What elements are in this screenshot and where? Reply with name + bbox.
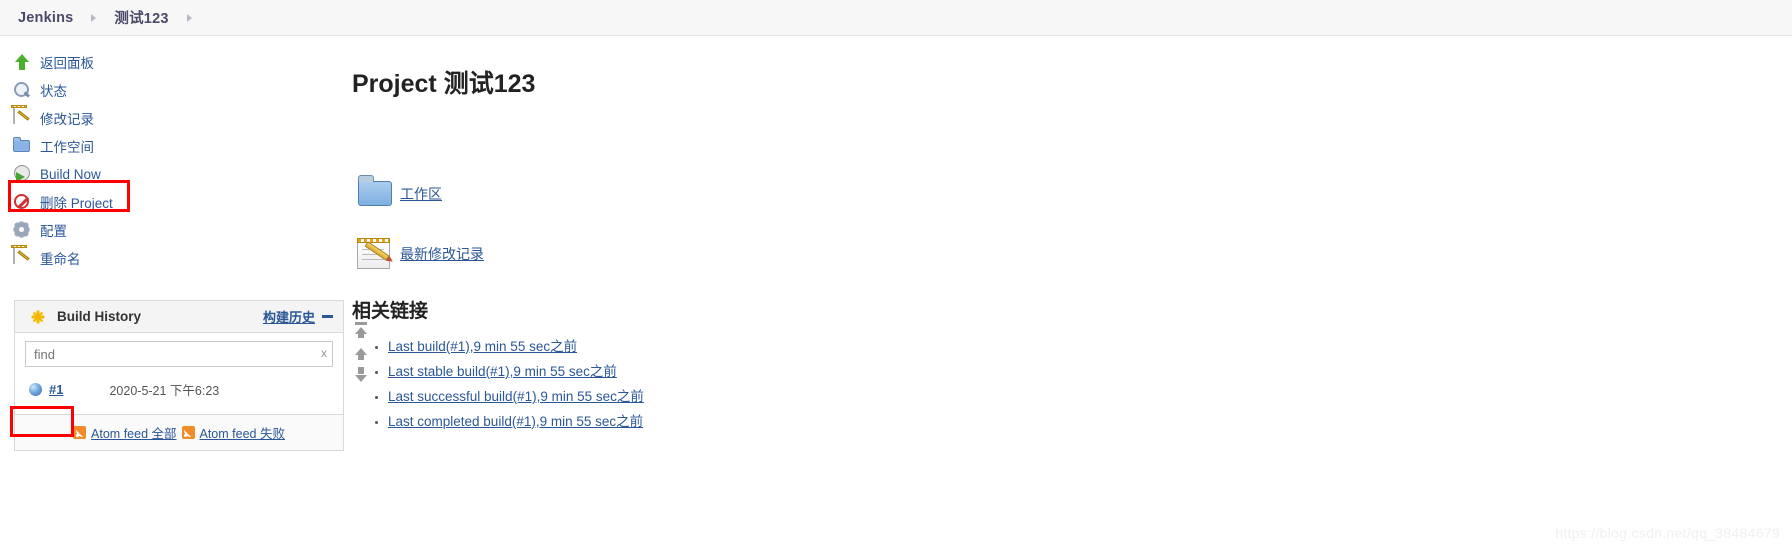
- sidebar-item-label: 工作空间: [40, 140, 94, 155]
- build-status-ball-icon: [29, 383, 42, 396]
- build-history-header-actions: 构建历史: [263, 307, 333, 326]
- rss-icon: [73, 426, 87, 439]
- gear-icon: [12, 220, 32, 240]
- build-history-body: x #1 2020-5-21 下午6:23: [15, 333, 343, 414]
- clock-play-icon: [12, 164, 32, 184]
- sidebar-item-label: 重命名: [40, 252, 81, 267]
- workspace-link[interactable]: 工作区: [400, 184, 442, 204]
- scroll-up-button[interactable]: [353, 344, 369, 361]
- build-history-link[interactable]: 构建历史: [263, 307, 315, 326]
- clear-find-icon[interactable]: x: [321, 346, 327, 360]
- breadcrumb-bar: Jenkins 测试123: [0, 0, 1792, 36]
- collapse-icon[interactable]: [322, 315, 333, 318]
- folder-icon: [352, 175, 396, 212]
- folder-icon: [12, 136, 32, 156]
- notepad-pencil-icon: [352, 236, 396, 272]
- find-row: x: [25, 341, 333, 367]
- sidebar-item-label: 配置: [40, 224, 67, 239]
- sun-icon: [31, 310, 45, 324]
- watermark: https://blog.csdn.net/qq_38484679: [1555, 525, 1780, 541]
- breadcrumb-separator-icon: [91, 13, 97, 22]
- page-body: 返回面板 状态 修改记录 工作空间 Build Now 删除 Project 配…: [0, 36, 1792, 451]
- sidebar-item-configure[interactable]: 配置: [0, 216, 340, 244]
- build-history-panel: Build History 构建历史 x #1 2020-5-21 下午6:: [14, 300, 344, 451]
- atom-feed-all-link[interactable]: Atom feed 全部: [91, 423, 176, 442]
- main-content: Project 测试123 工作区 最新修改记录 相关链接 Last build…: [340, 36, 1792, 435]
- sidebar-item-label: Build Now: [40, 166, 101, 182]
- last-successful-build-link[interactable]: Last successful build(#1),9 min 55 sec之前: [388, 389, 644, 404]
- build-history-row[interactable]: #1 2020-5-21 下午6:23: [25, 371, 333, 408]
- build-history-title: Build History: [57, 309, 142, 324]
- breadcrumb-jenkins[interactable]: Jenkins: [18, 10, 73, 26]
- sidebar-item-label: 状态: [40, 84, 67, 99]
- build-history-wrapper: Build History 构建历史 x #1 2020-5-21 下午6:: [14, 300, 367, 451]
- no-entry-icon: [12, 192, 32, 212]
- find-input[interactable]: [25, 341, 333, 367]
- shortcut-recent-changes[interactable]: 最新修改记录: [352, 236, 1792, 272]
- last-stable-build-link[interactable]: Last stable build(#1),9 min 55 sec之前: [388, 364, 617, 379]
- recent-changes-link[interactable]: 最新修改记录: [400, 244, 484, 264]
- sidebar-item-build-now[interactable]: Build Now: [0, 160, 340, 188]
- sidebar-item-label: 删除 Project: [40, 196, 113, 211]
- breadcrumb-separator-icon: [186, 13, 192, 22]
- project-shortcuts: 工作区 最新修改记录: [352, 175, 1792, 272]
- up-arrow-icon: [12, 52, 32, 72]
- list-item: Last stable build(#1),9 min 55 sec之前: [388, 360, 1792, 380]
- list-item: Last successful build(#1),9 min 55 sec之前: [388, 385, 1792, 405]
- build-history-header: Build History 构建历史: [15, 301, 343, 333]
- sidebar-item-rename[interactable]: 重命名: [0, 244, 340, 272]
- scroll-down-button[interactable]: [353, 366, 369, 383]
- notepad-pencil-icon: [12, 247, 32, 268]
- sidebar-item-changes[interactable]: 修改记录: [0, 104, 340, 132]
- sidebar-item-delete-project[interactable]: 删除 Project: [0, 188, 340, 216]
- related-links-title: 相关链接: [352, 301, 429, 322]
- breadcrumb-project[interactable]: 测试123: [114, 7, 168, 28]
- list-item: Last completed build(#1),9 min 55 sec之前: [388, 410, 1792, 430]
- shortcut-workspace[interactable]: 工作区: [352, 175, 1792, 212]
- sidebar-item-status[interactable]: 状态: [0, 76, 340, 104]
- build-history-footer: Atom feed 全部 Atom feed 失败: [15, 414, 343, 450]
- atom-feed-failed-link[interactable]: Atom feed 失败: [200, 423, 285, 442]
- related-links-list: Last build(#1),9 min 55 sec之前 Last stabl…: [352, 335, 1792, 430]
- last-completed-build-link[interactable]: Last completed build(#1),9 min 55 sec之前: [388, 414, 643, 429]
- build-timestamp: 2020-5-21 下午6:23: [109, 384, 220, 398]
- page-title: Project 测试123: [352, 70, 536, 98]
- last-build-link[interactable]: Last build(#1),9 min 55 sec之前: [388, 339, 577, 354]
- build-history-scroll-controls: [350, 322, 372, 383]
- sidebar: 返回面板 状态 修改记录 工作空间 Build Now 删除 Project 配…: [0, 36, 367, 451]
- build-number-link[interactable]: #1: [49, 382, 63, 397]
- notepad-pencil-icon: [12, 107, 32, 128]
- list-item: Last build(#1),9 min 55 sec之前: [388, 335, 1792, 355]
- sidebar-item-workspace[interactable]: 工作空间: [0, 132, 340, 160]
- magnifier-icon: [12, 80, 32, 100]
- sidebar-item-label: 修改记录: [40, 112, 94, 127]
- scroll-to-top-button[interactable]: [353, 322, 369, 339]
- sidebar-item-label: 返回面板: [40, 56, 94, 71]
- rss-icon: [181, 426, 195, 439]
- sidebar-item-back-to-dashboard[interactable]: 返回面板: [0, 48, 340, 76]
